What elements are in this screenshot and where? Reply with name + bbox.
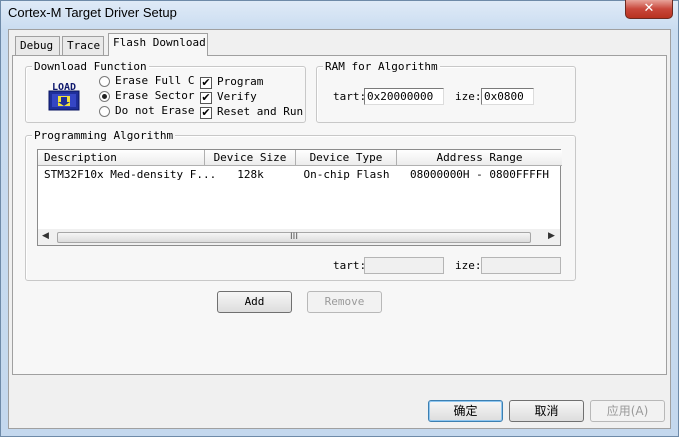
column-header-device-size[interactable]: Device Size [205,150,296,166]
program-label: Program [217,75,264,88]
tab-debug[interactable]: Debug [15,36,60,55]
column-header-address-range[interactable]: Address Range [397,150,562,166]
reset-and-run-checkbox[interactable]: ✔ [200,107,212,119]
do-not-erase-radio[interactable] [99,106,110,117]
ram-start-label: tart: [333,90,367,103]
algorithm-size-label: ize: [455,259,482,272]
table-row[interactable]: STM32F10x Med-density F... 128k On-chip … [38,167,560,183]
erase-sector-label: Erase Sector [115,89,195,102]
apply-button[interactable]: 应用(A) [590,400,665,422]
algorithm-start-input[interactable] [364,257,444,274]
do-not-erase-label: Do not Erase [115,104,195,117]
horizontal-scrollbar[interactable]: ◀ III ▶ [37,229,561,246]
reset-and-run-label: Reset and Run [217,105,304,118]
column-header-description[interactable]: Description [38,150,205,166]
row-description: STM32F10x Med-density F... [44,168,217,181]
remove-button[interactable]: Remove [307,291,382,313]
ram-for-algorithm-legend: RAM for Algorithm [323,60,440,73]
algorithm-start-label: tart: [333,259,367,272]
scroll-left-arrow-icon[interactable]: ◀ [42,231,49,241]
scrollbar-thumb[interactable]: III [57,232,531,243]
program-checkbox[interactable]: ✔ [200,77,212,89]
algorithm-size-input[interactable] [481,257,561,274]
verify-checkbox[interactable]: ✔ [200,92,212,104]
row-device-size: 128k [237,168,264,181]
ok-button[interactable]: 确定 [428,400,503,422]
ram-start-input[interactable]: 0x20000000 [364,88,444,105]
load-icon-text: LOAD [52,82,76,93]
cancel-button[interactable]: 取消 [509,400,584,422]
scroll-right-arrow-icon[interactable]: ▶ [548,231,555,241]
close-button[interactable]: ✕ [625,0,673,19]
row-address-range: 08000000H - 0800FFFFH [409,168,550,181]
load-icon: LOAD [47,80,81,112]
programming-algorithm-legend: Programming Algorithm [32,129,176,142]
erase-sector-radio[interactable] [99,91,110,102]
ram-size-input[interactable]: 0x0800 [481,88,534,105]
verify-label: Verify [217,90,257,103]
erase-full-chip-radio[interactable] [99,76,110,87]
tab-trace[interactable]: Trace [62,36,104,55]
add-button[interactable]: Add [217,291,292,313]
row-device-type: On-chip Flash [303,168,390,181]
column-header-device-type[interactable]: Device Type [296,150,397,166]
scroll-grip: III [290,232,298,242]
ram-size-label: ize: [455,90,482,103]
erase-full-chip-label: Erase Full C [115,74,195,87]
tab-flash-download[interactable]: Flash Download [108,33,208,56]
window-title: Cortex-M Target Driver Setup [8,5,177,20]
download-function-legend: Download Function [32,60,149,73]
